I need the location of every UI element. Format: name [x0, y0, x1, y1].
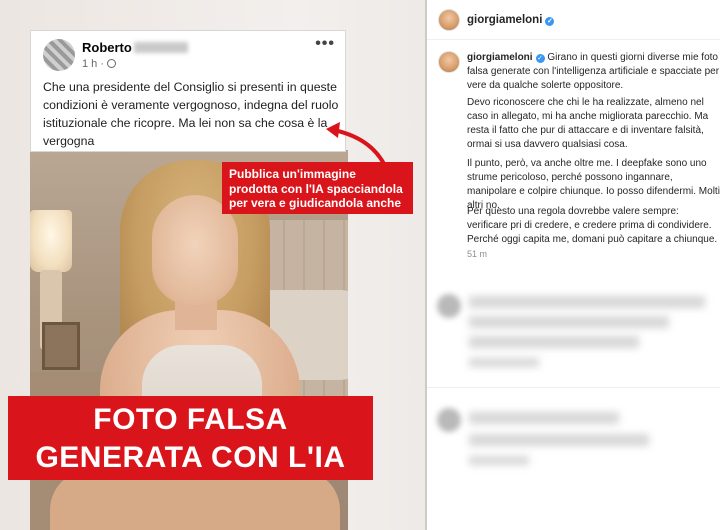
blurred-surname — [134, 42, 188, 53]
avatar[interactable] — [43, 39, 75, 71]
verified-badge-icon: ✓ — [535, 54, 545, 63]
instagram-panel: giorgiameloni ✓ giorgiameloni ✓ Girano in … — [427, 0, 720, 530]
post-author[interactable]: Roberto — [82, 40, 132, 55]
comment-avatar — [437, 294, 461, 318]
caption-username[interactable]: giorgiameloni — [467, 52, 533, 63]
annotation-callout: Pubblica un'immagine prodotta con l'IA s… — [222, 162, 413, 214]
caption-intro: giorgiameloni ✓ Girano in questi giorni d… — [467, 52, 720, 91]
blurred-comment — [469, 434, 649, 446]
banner-line-1: FOTO FALSA — [93, 403, 288, 436]
blurred-comment — [469, 358, 539, 367]
comment-avatar — [437, 408, 461, 432]
post-header: giorgiameloni ✓ — [427, 0, 720, 40]
caption-avatar[interactable] — [438, 51, 460, 73]
blurred-comment — [469, 456, 529, 465]
verified-badge-icon: ✓ — [545, 17, 555, 26]
facebook-post-card: Roberto 1 h · ••• Che una presidente del… — [30, 30, 346, 152]
blurred-comment — [469, 336, 639, 348]
header-username[interactable]: giorgiameloni ✓ — [467, 14, 555, 26]
banner-line-2: GENERATA CON L'IA — [35, 441, 346, 474]
post-time[interactable]: 51 m — [467, 249, 487, 259]
headline-banner: FOTO FALSA GENERATA CON L'IA — [8, 396, 373, 480]
post-text: Che una presidente del Consiglio si pres… — [43, 80, 339, 148]
picture-frame — [42, 322, 80, 370]
blurred-comment — [469, 412, 619, 424]
caption-paragraph: Per questo una regola dovrebbe valere se… — [467, 206, 718, 245]
blurred-comment — [469, 316, 669, 328]
avatar[interactable] — [438, 9, 460, 31]
globe-icon — [107, 59, 117, 68]
blurred-comment — [469, 296, 705, 308]
more-dots-icon[interactable]: ••• — [315, 35, 335, 53]
post-time[interactable]: 1 h · — [82, 58, 117, 70]
separator — [427, 387, 720, 388]
lamp — [30, 210, 72, 272]
caption-paragraph: Devo riconoscere che chi le ha realizzat… — [467, 97, 709, 150]
